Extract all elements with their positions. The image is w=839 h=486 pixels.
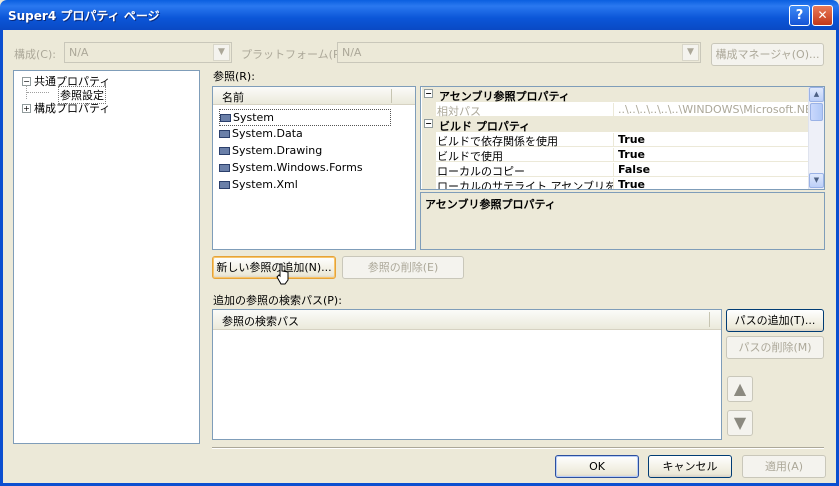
assembly-icon <box>219 130 230 138</box>
close-button[interactable]: ✕ <box>812 5 833 26</box>
tree-line <box>27 92 49 93</box>
references-list[interactable]: 名前 System System.Data System.Drawing Sys… <box>212 86 416 250</box>
apply-button[interactable]: 適用(A) <box>742 455 826 478</box>
config-value: N/A <box>69 46 89 59</box>
reference-item[interactable]: System <box>219 109 391 126</box>
column-divider <box>709 312 710 327</box>
row-gutter <box>422 162 436 177</box>
property-description: アセンブリ参照プロパティ <box>420 192 825 250</box>
move-up-icon[interactable]: ▲ <box>727 376 753 402</box>
add-reference-button[interactable]: 新しい参照の追加(N)... <box>212 256 336 279</box>
expand-icon[interactable]: + <box>22 104 31 113</box>
help-button[interactable]: ? <box>789 5 810 26</box>
property-row[interactable]: ローカルのサテライト アセンブリをコピー True <box>422 177 809 190</box>
scrollbar-thumb[interactable] <box>810 103 823 121</box>
remove-path-button[interactable]: パスの削除(M) <box>726 336 824 359</box>
property-name: ローカルのサテライト アセンブリをコピー <box>437 178 614 190</box>
property-row[interactable]: ローカルのコピー False <box>422 162 809 177</box>
property-name: ローカルのコピー <box>437 163 614 177</box>
platform-combo[interactable]: N/A ▼ <box>337 42 701 63</box>
cancel-button[interactable]: キャンセル <box>648 455 732 478</box>
category-tree[interactable]: − 共通プロパティ 参照設定 + 構成プロパティ <box>13 70 200 444</box>
property-grid[interactable]: − アセンブリ参照プロパティ 相対パス ..\..\..\..\..\..\WI… <box>420 86 825 190</box>
tree-item-label: 構成プロパティ <box>34 102 111 115</box>
description-title: アセンブリ参照プロパティ <box>425 198 556 211</box>
search-path-label: 追加の参照の検索パス(P): <box>213 294 342 307</box>
property-value: True <box>618 148 646 161</box>
column-divider <box>391 89 392 103</box>
platform-label: プラットフォーム(P): <box>241 48 348 61</box>
add-path-button[interactable]: パスの追加(T)... <box>726 309 824 332</box>
row-gutter <box>422 102 436 117</box>
row-gutter <box>422 132 436 147</box>
row-gutter <box>422 177 436 189</box>
reference-item[interactable]: System.Windows.Forms <box>219 160 363 177</box>
ok-button[interactable]: OK <box>555 455 639 478</box>
property-value: ..\..\..\..\..\..\WINDOWS\Microsoft.NET\ <box>618 103 808 116</box>
property-name: ビルドで依存関係を使用 <box>437 133 614 147</box>
property-row[interactable]: ビルドで使用 True <box>422 147 809 162</box>
reference-item[interactable]: System.Drawing <box>219 143 322 160</box>
window-title: Super4 プロパティ ページ <box>8 9 160 23</box>
references-header[interactable]: 名前 <box>213 87 415 105</box>
move-down-icon[interactable]: ▼ <box>727 410 753 436</box>
tree-item-build[interactable]: + 構成プロパティ <box>22 100 110 116</box>
reference-item[interactable]: System.Xml <box>219 177 298 194</box>
assembly-icon <box>219 181 230 189</box>
property-value: True <box>618 133 646 146</box>
search-path-header[interactable]: 参照の検索パス <box>213 310 721 330</box>
reference-item[interactable]: System.Data <box>219 126 303 143</box>
footer-divider <box>212 447 824 449</box>
chevron-up-icon[interactable]: ▲ <box>809 87 824 102</box>
collapse-icon[interactable]: − <box>424 119 433 128</box>
name-column-header: 名前 <box>222 91 244 104</box>
platform-value: N/A <box>342 46 362 59</box>
assembly-icon <box>219 164 230 172</box>
config-label: 構成(C): <box>14 48 56 61</box>
assembly-icon <box>220 114 231 122</box>
property-value: False <box>618 163 651 176</box>
collapse-icon[interactable]: − <box>424 89 433 98</box>
row-gutter <box>422 147 436 162</box>
mouse-cursor-icon <box>276 263 290 285</box>
property-category[interactable]: − ビルド プロパティ <box>422 117 809 133</box>
chevron-down-icon: ▼ <box>213 44 230 61</box>
property-name: ビルドで使用 <box>437 148 614 162</box>
property-category[interactable]: − アセンブリ参照プロパティ <box>422 87 809 103</box>
remove-reference-button[interactable]: 参照の削除(E) <box>342 256 464 279</box>
assembly-icon <box>219 147 230 155</box>
property-scrollbar[interactable]: ▲ ▼ <box>808 87 824 189</box>
search-path-column-header: 参照の検索パス <box>222 315 299 328</box>
property-row[interactable]: 相対パス ..\..\..\..\..\..\WINDOWS\Microsoft… <box>422 102 809 117</box>
chevron-down-icon: ▼ <box>682 44 699 61</box>
property-value: True <box>618 178 646 190</box>
search-path-list[interactable]: 参照の検索パス <box>212 309 722 440</box>
property-row[interactable]: ビルドで依存関係を使用 True <box>422 132 809 147</box>
references-label: 参照(R): <box>213 70 255 83</box>
config-combo[interactable]: N/A ▼ <box>64 42 232 63</box>
property-name: 相対パス <box>437 103 614 117</box>
config-manager-button[interactable]: 構成マネージャ(O)... <box>711 43 824 66</box>
chevron-down-icon[interactable]: ▼ <box>809 173 824 188</box>
